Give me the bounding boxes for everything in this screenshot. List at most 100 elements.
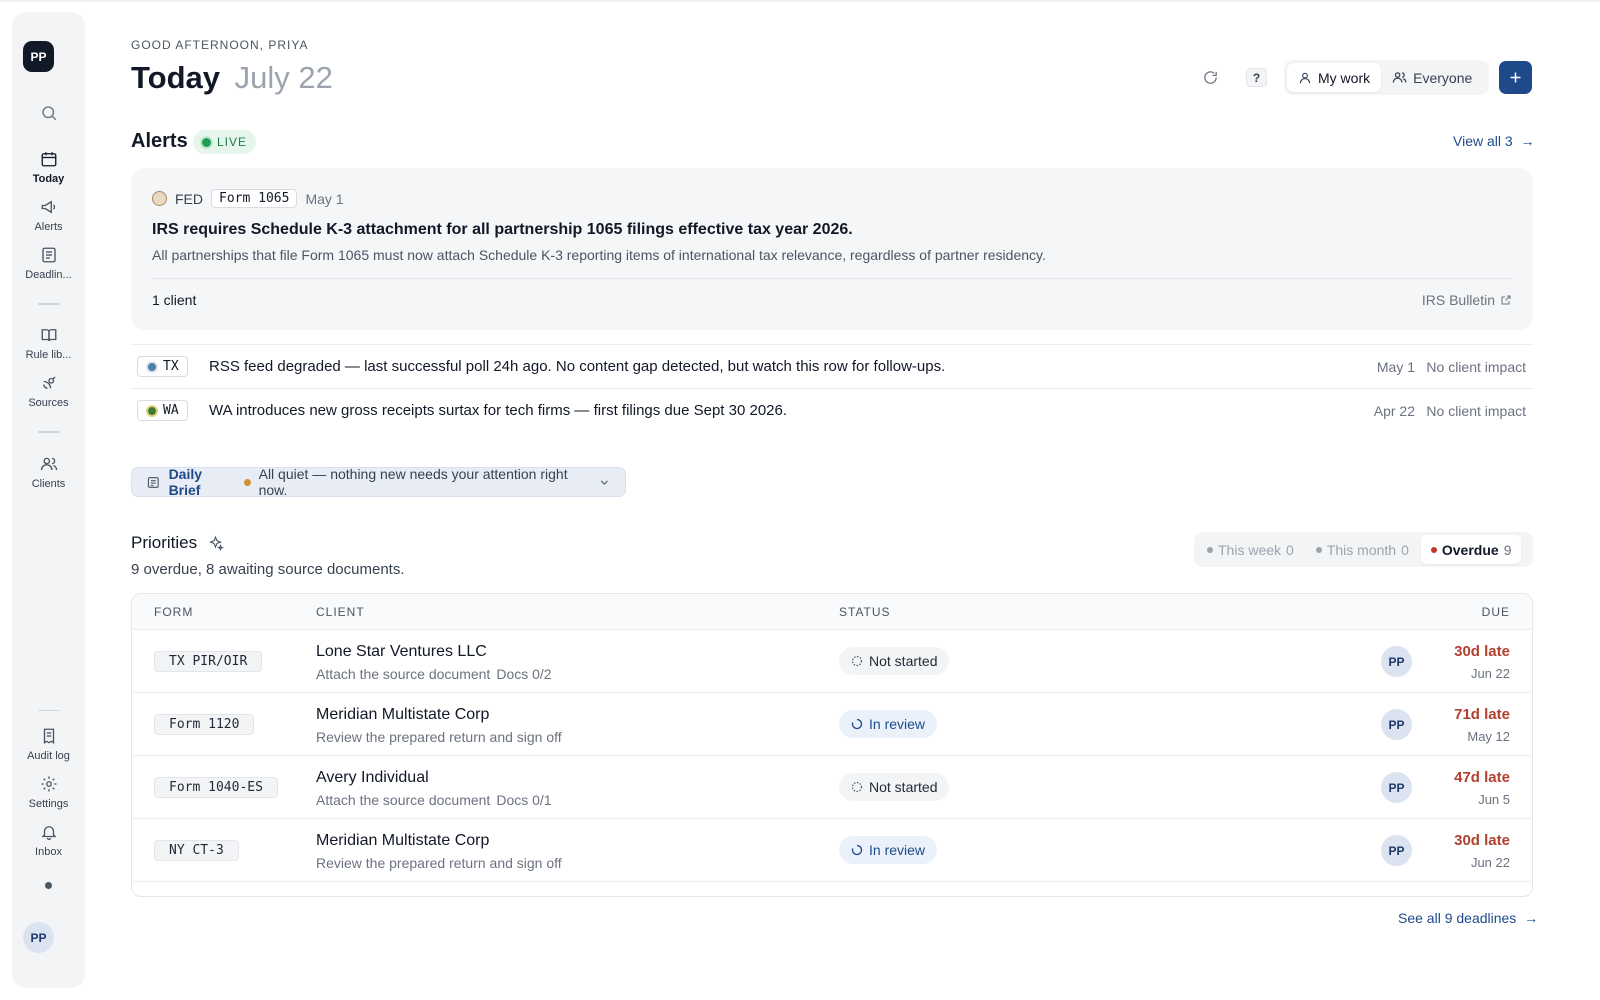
sidebar-item-settings[interactable]: Settings <box>12 775 85 810</box>
table-row[interactable]: NY CT-3 Meridian Multistate Corp Review … <box>132 819 1532 882</box>
sidebar-divider <box>38 710 60 711</box>
filter-label: This month <box>1326 541 1397 558</box>
megaphone-icon <box>41 200 55 214</box>
late-indicator: 71d late <box>1454 706 1510 723</box>
featured-alert-card[interactable]: FED Form 1065 May 1 IRS requires Schedul… <box>131 168 1533 330</box>
sidebar-item-label: Audit log <box>27 750 70 762</box>
bell-icon <box>40 826 57 841</box>
task-description: Attach the source document Docs 0/1 <box>316 792 552 808</box>
sidebar-item-clients[interactable]: Clients <box>12 455 85 490</box>
daily-brief-toggle[interactable]: Daily Brief All quiet — nothing new need… <box>131 466 626 498</box>
filter-this-month[interactable]: This month 0 <box>1306 535 1419 564</box>
sidebar-item-label: Settings <box>28 798 69 810</box>
status-badge[interactable]: Not started <box>839 773 950 801</box>
assignee-avatar[interactable]: PP <box>1381 835 1412 866</box>
task-description: Review the prepared return and sign off <box>316 729 562 745</box>
user-avatar[interactable]: PP <box>23 922 54 953</box>
greeting: GOOD AFTERNOON, PRIYA <box>131 38 309 52</box>
users-icon <box>1392 72 1407 83</box>
see-all-label: See all 9 deadlines <box>1398 910 1517 926</box>
deadlines-table: FORM CLIENT STATUS DUE TX PIR/OIR Lone S… <box>131 593 1533 897</box>
priorities-title: Priorities <box>131 533 225 553</box>
alert-row[interactable]: WA WA introduces new gross receipts surt… <box>131 388 1533 432</box>
my-work-button[interactable]: My work <box>1287 63 1382 92</box>
view-all-alerts-link[interactable]: View all 3 → <box>1453 133 1534 149</box>
brief-status-dot <box>243 478 251 486</box>
sidebar-item-deadlines[interactable]: Deadlin... <box>12 246 85 281</box>
late-indicator: 30d late <box>1454 832 1510 849</box>
assignee-avatar[interactable]: PP <box>1381 772 1412 803</box>
due-date: Jun 22 <box>1470 855 1510 870</box>
assignee-avatar[interactable]: PP <box>1381 709 1412 740</box>
see-all-deadlines-link[interactable]: See all 9 deadlines → <box>1398 910 1538 926</box>
alert-row[interactable]: TX RSS feed degraded — last successful p… <box>131 344 1533 388</box>
washington-seal-icon <box>146 404 158 417</box>
scope-toggle: My work Everyone <box>1284 60 1489 95</box>
newspaper-icon <box>147 476 159 488</box>
arrow-right-icon: → <box>1520 910 1539 926</box>
user-icon <box>1299 72 1311 83</box>
sidebar-item-sources[interactable]: Sources <box>12 374 85 409</box>
late-indicator: 47d late <box>1454 769 1510 786</box>
sidebar-item-inbox[interactable]: Inbox <box>12 823 85 858</box>
assignee-avatar[interactable]: PP <box>1381 646 1412 677</box>
status-badge[interactable]: In review <box>839 710 938 738</box>
status-label: Not started <box>869 779 938 795</box>
status-badge[interactable]: In review <box>839 836 938 864</box>
jurisdiction-chip: WA <box>137 400 188 421</box>
search-button[interactable] <box>12 104 85 127</box>
status-label: In review <box>869 842 926 858</box>
due-date: May 12 <box>1467 729 1510 744</box>
document-icon <box>41 247 56 263</box>
source-link[interactable]: IRS Bulletin <box>1422 292 1512 308</box>
client-impact: No client impact <box>1426 359 1526 375</box>
view-all-label: View all 3 <box>1453 133 1513 149</box>
priorities-title-text: Priorities <box>131 533 198 552</box>
satellite-icon <box>42 376 55 389</box>
everyone-button[interactable]: Everyone <box>1381 63 1483 92</box>
alert-date: May 1 <box>305 190 344 207</box>
table-row[interactable]: TX PIR/OIR Lone Star Ventures LLC Attach… <box>132 630 1532 693</box>
add-button[interactable] <box>1499 61 1532 94</box>
book-icon <box>41 329 56 342</box>
affected-clients[interactable]: 1 client <box>152 292 196 308</box>
status-badge[interactable]: Not started <box>839 647 950 675</box>
column-header-status[interactable]: STATUS <box>839 605 891 619</box>
status-label: In review <box>869 716 926 732</box>
form-chip: Form 1120 <box>154 714 255 735</box>
form-chip: Form 1040-ES <box>154 777 278 798</box>
sidebar-item-alerts[interactable]: Alerts <box>12 198 85 233</box>
column-header-form[interactable]: FORM <box>154 605 193 619</box>
sidebar-item-label: Deadlin... <box>25 269 72 281</box>
sidebar-item-rule-library[interactable]: Rule lib... <box>12 326 85 361</box>
form-chip: TX PIR/OIR <box>154 651 263 672</box>
table-row[interactable]: Form 1120 Meridian Multistate Corp Revie… <box>132 693 1532 756</box>
docs-count: Docs 0/1 <box>496 792 552 808</box>
column-header-due[interactable]: DUE <box>1482 605 1510 619</box>
not-started-icon <box>851 655 863 667</box>
sidebar-item-today[interactable]: Today <box>12 150 85 185</box>
client-name: Avery Individual <box>316 769 429 786</box>
daily-brief-label: Daily Brief <box>168 466 203 498</box>
filter-label: Overdue <box>1441 541 1499 558</box>
not-started-icon <box>851 781 863 793</box>
filter-this-week[interactable]: This week 0 <box>1197 535 1304 564</box>
arrow-right-icon: → <box>1516 133 1535 149</box>
help-button[interactable]: ? <box>1246 68 1267 87</box>
table-row[interactable]: Form 1040-ES Avery Individual Attach the… <box>132 756 1532 819</box>
sidebar-item-label: Rule lib... <box>25 349 72 361</box>
sidebar-item-audit-log[interactable]: Audit log <box>12 727 85 762</box>
column-header-client[interactable]: CLIENT <box>316 605 365 619</box>
users-icon <box>40 457 57 471</box>
filter-dot-icon <box>1315 546 1322 553</box>
alert-date: Apr 22 <box>1373 403 1415 419</box>
jurisdiction-chip: TX <box>137 356 188 377</box>
docs-count: Docs 0/2 <box>496 666 552 682</box>
sidebar-item-label: Today <box>32 173 65 185</box>
page-title: Today July 22 <box>131 60 333 96</box>
refresh-button[interactable] <box>1199 66 1221 88</box>
sparkle-icon[interactable] <box>207 535 225 552</box>
workspace-logo[interactable]: PP <box>23 41 54 72</box>
late-indicator: 30d late <box>1454 643 1510 660</box>
filter-overdue[interactable]: Overdue 9 <box>1420 535 1522 564</box>
